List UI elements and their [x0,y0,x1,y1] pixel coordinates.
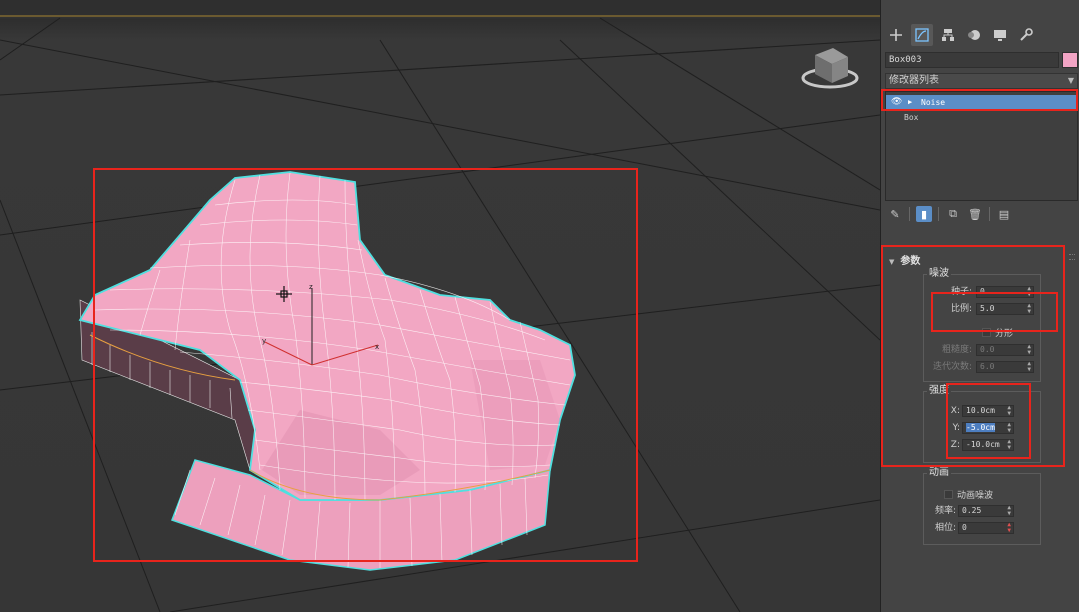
phase-label: 相位: [934,523,956,533]
iterations-spinner[interactable]: 6.0 ▲ ▼ [976,361,1034,373]
configure-sets-icon[interactable]: ▤ [996,206,1012,222]
toolbar-divider [989,207,990,221]
strength-y-value: -5.0cm [966,423,995,432]
noise-group: 噪波 种子: 0 ▲ ▼ 比例: 5.0 ▲ ▼ 分形 粗糙度: 0.0 ▲ ▼ 迭代次数:… [923,268,1042,382]
strength-z-label: Z: [950,440,960,450]
object-color-swatch[interactable] [1062,52,1078,68]
frequency-spinner[interactable]: 0.25 ▲ ▼ [958,505,1014,517]
spinner-arrows-icon[interactable]: ▲ ▼ [1007,505,1011,517]
roughness-row: 粗糙度: 0.0 ▲ ▼ [924,343,1042,357]
scale-value: 5.0 [980,304,995,313]
roughness-spinner[interactable]: 0.0 ▲ ▼ [976,344,1034,356]
frequency-value: 0.25 [962,506,982,515]
stack-toolbar: ✎ ▮ ⧉ 🗑 ▤ [887,205,1012,223]
scale-spinner[interactable]: 5.0 ▲ ▼ [976,303,1034,315]
spinner-arrows-icon[interactable]: ▲ ▼ [1027,361,1031,373]
motion-tab-motion-icon[interactable] [963,24,985,46]
pin-stack-icon[interactable]: ✎ [887,206,903,222]
command-panel-tabs [885,24,1037,48]
animation-group: 动画 动画噪波 频率: 0.25 ▲ ▼ 相位: 0 ▲ ▼ [923,467,1042,545]
spinner-arrows-icon[interactable]: ▲ ▼ [1007,439,1011,451]
svg-text:y: y [262,337,266,345]
object-name-field[interactable]: Box003 [885,52,1059,68]
iterations-row: 迭代次数: 6.0 ▲ ▼ [924,360,1042,374]
animate-noise-checkbox[interactable] [944,490,953,499]
collapse-triangle-icon: ▼ [889,258,895,266]
fractal-checkbox[interactable] [982,328,991,337]
toolbar-divider [909,207,910,221]
seed-row: 种子: 0 ▲ ▼ [924,285,1042,299]
stack-item-box[interactable]: Box [886,110,1077,125]
spinner-arrows-icon[interactable]: ▲ ▼ [1027,286,1031,298]
iterations-value: 6.0 [980,362,995,371]
perspective-viewport[interactable]: z x y [0,0,880,612]
stack-item-label: Noise [921,98,946,107]
roughness-value: 0.0 [980,345,995,354]
strength-group: 强度 X: 10.0cm ▲ ▼ Y: -5.0cm ▲ ▼ Z: -10.0cm ▲ ▼ [923,385,1042,463]
eye-icon[interactable]: 👁 [891,95,902,110]
strength-x-value: 10.0cm [966,406,995,415]
strength-z-row: Z: -10.0cm ▲ ▼ [924,438,1042,452]
seed-label: 种子: [950,287,972,297]
show-end-result-icon[interactable]: ▮ [916,206,932,222]
strength-y-spinner[interactable]: -5.0cm ▲ ▼ [962,422,1014,434]
iterations-label: 迭代次数: [932,362,972,372]
scale-label: 比例: [950,304,972,314]
strength-x-spinner[interactable]: 10.0cm ▲ ▼ [962,405,1014,417]
frequency-row: 频率: 0.25 ▲ ▼ [924,504,1042,518]
spinner-arrows-icon[interactable]: ▲ ▼ [1027,303,1031,315]
modify-tab-modify-icon[interactable] [911,24,933,46]
parameters-rollout-header[interactable]: ▼ 参数 [889,252,920,267]
seed-value: 0 [980,287,985,296]
strength-x-label: X: [950,406,960,416]
frequency-label: 频率: [934,506,956,516]
animate-noise-label: 动画噪波 [957,491,994,501]
strength-x-row: X: 10.0cm ▲ ▼ [924,404,1042,418]
rollout-grip-icon[interactable] [1069,254,1075,260]
display-tab-display-icon[interactable] [989,24,1011,46]
utilities-tab-wrench-icon[interactable] [1015,24,1037,46]
seed-spinner[interactable]: 0 ▲ ▼ [976,286,1034,298]
spinner-arrows-icon[interactable]: ▲ ▼ [1027,344,1031,356]
strength-group-title: 强度 [927,385,951,397]
strength-y-row: Y: -5.0cm ▲ ▼ [924,421,1042,435]
strength-z-spinner[interactable]: -10.0cm ▲ ▼ [962,439,1014,451]
fractal-label: 分形 [995,329,1014,339]
svg-text:z: z [309,283,313,291]
expand-triangle-icon[interactable]: ▶ [908,95,912,110]
animation-group-title: 动画 [927,467,951,479]
toolbar-divider [938,207,939,221]
roughness-label: 粗糙度: [941,345,972,355]
strength-y-label: Y: [952,423,960,433]
svg-text:x: x [375,343,379,351]
make-unique-icon[interactable]: ⧉ [945,206,961,222]
viewport-canvas[interactable]: z x y [0,0,880,612]
modifier-list-label: 修改器列表 [889,75,939,86]
spinner-arrows-icon[interactable]: ▲ ▼ [1007,405,1011,417]
stack-item-noise[interactable]: 👁 ▶ Noise [886,95,1077,110]
modifier-stack: 👁 ▶ Noise Box [885,91,1078,201]
command-panel: Box003 修改器列表 ▼ 👁 ▶ Noise Box ✎ ▮ ⧉ 🗑 ▤ ▼… [880,0,1079,612]
stack-item-label: Box [904,113,919,122]
phase-value: 0 [962,523,967,532]
trash-icon[interactable]: 🗑 [967,206,983,222]
rollout-title: 参数 [900,256,921,267]
strength-z-value: -10.0cm [966,440,1000,449]
scale-row: 比例: 5.0 ▲ ▼ [924,302,1042,316]
create-tab-plus-icon[interactable] [885,24,907,46]
phase-row: 相位: 0 ▲ ▼ [924,521,1042,535]
view-cube-icon[interactable] [801,48,859,89]
spinner-arrows-icon[interactable]: ▲ ▼ [1007,422,1011,434]
chevron-down-icon: ▼ [1067,76,1074,85]
modifier-list-dropdown[interactable]: 修改器列表 ▼ [885,73,1078,89]
phase-spinner[interactable]: 0 ▲ ▼ [958,522,1014,534]
hierarchy-tab-hierarchy-icon[interactable] [937,24,959,46]
spinner-arrows-icon[interactable]: ▲ ▼ [1007,522,1011,534]
noise-group-title: 噪波 [927,268,951,280]
